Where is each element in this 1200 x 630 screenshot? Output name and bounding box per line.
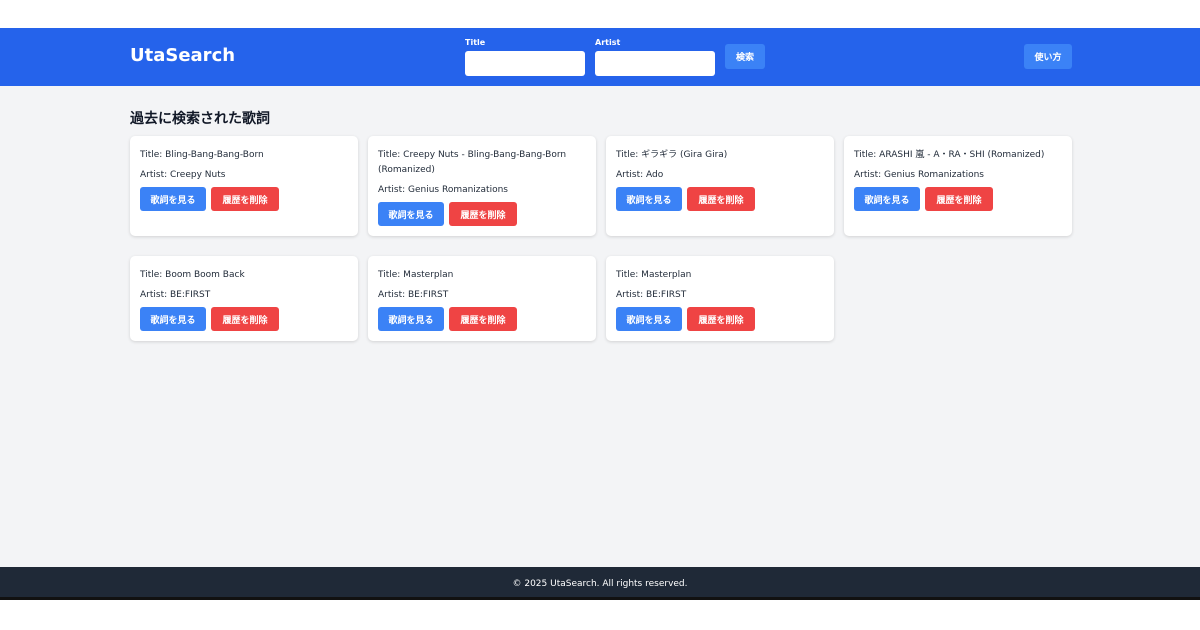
card-title: Title: ギラギラ (Gira Gira)	[616, 150, 728, 160]
history-card: Title: Bling-Bang-Bang-Born Artist: Cree…	[130, 136, 358, 236]
history-grid: Title: Bling-Bang-Bang-Born Artist: Cree…	[130, 136, 1072, 341]
card-artist: Artist: BE:FIRST	[378, 290, 449, 300]
card-artist: Artist: Creepy Nuts	[140, 170, 226, 180]
card-actions: 歌詞を見る 履歴を削除	[378, 307, 586, 331]
card-actions: 歌詞を見る 履歴を削除	[140, 307, 348, 331]
view-lyrics-button[interactable]: 歌詞を見る	[616, 307, 682, 331]
history-card: Title: Masterplan Artist: BE:FIRST 歌詞を見る…	[606, 256, 834, 341]
history-heading: 過去に検索された歌詞	[130, 111, 270, 127]
artist-input[interactable]	[595, 51, 715, 76]
delete-history-button[interactable]: 履歴を削除	[449, 307, 517, 331]
card-actions: 歌詞を見る 履歴を削除	[140, 187, 348, 211]
history-card: Title: Boom Boom Back Artist: BE:FIRST 歌…	[130, 256, 358, 341]
view-lyrics-button[interactable]: 歌詞を見る	[854, 187, 920, 211]
history-card: Title: ARASHI 嵐 - A・RA・SHI (Romanized) A…	[844, 136, 1072, 236]
title-input[interactable]	[465, 51, 585, 76]
card-actions: 歌詞を見る 履歴を削除	[854, 187, 1062, 211]
delete-history-button[interactable]: 履歴を削除	[449, 202, 517, 226]
card-title: Title: Masterplan	[616, 270, 692, 280]
history-card: Title: ギラギラ (Gira Gira) Artist: Ado 歌詞を見…	[606, 136, 834, 236]
brand-logo[interactable]: UtaSearch	[130, 45, 235, 66]
card-actions: 歌詞を見る 履歴を削除	[616, 307, 824, 331]
card-artist: Artist: Ado	[616, 170, 664, 180]
card-title: Title: ARASHI 嵐 - A・RA・SHI (Romanized)	[854, 150, 1045, 160]
card-artist: Artist: BE:FIRST	[616, 290, 687, 300]
view-lyrics-button[interactable]: 歌詞を見る	[378, 307, 444, 331]
app-root: UtaSearch Title Artist 検索 使い方 過去に検索された歌詞…	[0, 28, 1200, 600]
view-lyrics-button[interactable]: 歌詞を見る	[140, 187, 206, 211]
card-actions: 歌詞を見る 履歴を削除	[378, 202, 586, 226]
search-button[interactable]: 検索	[725, 44, 765, 69]
card-artist: Artist: Genius Romanizations	[378, 185, 508, 195]
view-lyrics-button[interactable]: 歌詞を見る	[378, 202, 444, 226]
delete-history-button[interactable]: 履歴を削除	[211, 307, 279, 331]
delete-history-button[interactable]: 履歴を削除	[211, 187, 279, 211]
history-card: Title: Masterplan Artist: BE:FIRST 歌詞を見る…	[368, 256, 596, 341]
card-title: Title: Bling-Bang-Bang-Born	[140, 150, 264, 160]
artist-label: Artist	[595, 38, 621, 47]
top-navbar: UtaSearch Title Artist 検索 使い方	[0, 28, 1200, 86]
card-title: Title: Creepy Nuts - Bling-Bang-Bang-Bor…	[378, 150, 567, 175]
help-button[interactable]: 使い方	[1024, 44, 1072, 69]
card-actions: 歌詞を見る 履歴を削除	[616, 187, 824, 211]
delete-history-button[interactable]: 履歴を削除	[687, 187, 755, 211]
title-label: Title	[465, 38, 486, 47]
view-lyrics-button[interactable]: 歌詞を見る	[616, 187, 682, 211]
card-title: Title: Masterplan	[378, 270, 454, 280]
view-lyrics-button[interactable]: 歌詞を見る	[140, 307, 206, 331]
card-artist: Artist: Genius Romanizations	[854, 170, 984, 180]
delete-history-button[interactable]: 履歴を削除	[925, 187, 993, 211]
history-card: Title: Creepy Nuts - Bling-Bang-Bang-Bor…	[368, 136, 596, 236]
card-title: Title: Boom Boom Back	[140, 270, 245, 280]
card-artist: Artist: BE:FIRST	[140, 290, 211, 300]
page-footer: © 2025 UtaSearch. All rights reserved.	[0, 567, 1200, 600]
footer-copyright: © 2025 UtaSearch. All rights reserved.	[512, 579, 688, 589]
delete-history-button[interactable]: 履歴を削除	[687, 307, 755, 331]
